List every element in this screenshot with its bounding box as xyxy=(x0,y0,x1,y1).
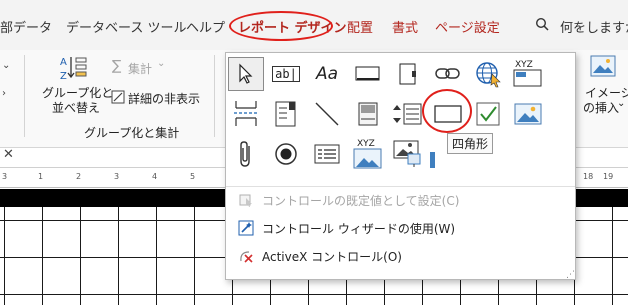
attachment-icon[interactable] xyxy=(228,137,264,171)
ruler-mark: 4 xyxy=(152,172,158,181)
hide-details-button[interactable]: 詳細の非表示 xyxy=(128,90,200,107)
unbound-object-frame-icon[interactable]: XYZ xyxy=(350,137,386,171)
chevron-down-icon[interactable]: ⌄ xyxy=(617,98,625,109)
insert-image-icon[interactable] xyxy=(590,55,616,81)
svg-text:A: A xyxy=(60,57,67,68)
combo-box-icon[interactable] xyxy=(268,97,304,131)
activex-icon xyxy=(238,248,254,264)
ruler-mark: 3 xyxy=(114,172,120,181)
tab-external-data[interactable]: 部データ xyxy=(0,17,52,36)
control-wizard-icon xyxy=(238,220,254,236)
sigma-icon: ∑ xyxy=(112,58,122,74)
ruler-mark: 1 xyxy=(38,172,44,181)
tab-page-setup[interactable]: ページ設定 xyxy=(435,17,500,36)
textbox-icon[interactable]: ab| xyxy=(268,57,304,91)
page-break-icon[interactable] xyxy=(228,97,264,131)
check-box-icon[interactable] xyxy=(470,97,506,131)
ribbon-tab-bar: 部データ データベース ツール ヘルプ レポート デザイン 配置 書式 ページ設… xyxy=(0,0,628,50)
chevron-down-icon[interactable]: ⌄ xyxy=(2,60,10,71)
resize-grip-icon[interactable]: ⋰ xyxy=(566,270,575,280)
toggle-button-icon[interactable] xyxy=(350,97,386,131)
insert-image-label-line2[interactable]: の挿入 xyxy=(583,99,619,116)
tab-arrange[interactable]: 配置 xyxy=(347,17,373,36)
activex-controls-item[interactable]: ActiveX コントロール(O) xyxy=(238,245,402,267)
ruler-mark: 18 xyxy=(583,172,594,181)
controls-gallery: ab| Aa XYZ XYZ 四角形 コントロールの既定値として設定(C) コン… xyxy=(225,52,576,280)
image-icon[interactable] xyxy=(510,97,546,131)
group-sort-label-line2[interactable]: 並べ替え xyxy=(52,99,100,116)
rectangle-tooltip: 四角形 xyxy=(447,133,494,154)
option-button-icon[interactable] xyxy=(268,137,304,171)
tell-me-search[interactable]: 何をしますか xyxy=(560,17,628,36)
navigation-control-icon[interactable]: XYZ xyxy=(510,57,546,91)
tab-help[interactable]: ヘルプ xyxy=(186,17,225,36)
ruler-mark: 19 xyxy=(603,172,614,181)
tab-format[interactable]: 書式 xyxy=(392,17,418,36)
subform-icon[interactable] xyxy=(309,137,345,171)
select-icon[interactable] xyxy=(228,57,264,91)
web-browser-icon[interactable] xyxy=(470,57,506,91)
ruler-mark: 5 xyxy=(190,172,196,181)
textbox-icon-text: ab| xyxy=(272,66,300,82)
hide-details-icon[interactable] xyxy=(111,89,125,108)
set-defaults-icon xyxy=(238,192,254,208)
close-document-icon[interactable]: ✕ xyxy=(3,147,14,162)
tab-database-tools[interactable]: データベース ツール xyxy=(66,17,186,36)
menu-divider xyxy=(226,186,575,187)
bound-object-frame-icon[interactable] xyxy=(390,137,442,171)
label-icon[interactable]: Aa xyxy=(309,57,345,91)
svg-text:Z: Z xyxy=(60,71,67,82)
activex-controls-label: ActiveX コントロール(O) xyxy=(262,249,402,264)
use-control-wizards-label: コントロール ウィザードの使用(W) xyxy=(262,221,456,236)
chevron-right-icon[interactable]: › xyxy=(2,88,6,99)
rectangle-highlight-ellipse xyxy=(422,89,472,133)
button-icon[interactable] xyxy=(350,57,386,91)
chevron-down-icon: ⌄ xyxy=(157,58,166,69)
list-box-icon[interactable] xyxy=(390,97,426,131)
line-icon[interactable] xyxy=(309,97,345,131)
set-control-defaults-label: コントロールの既定値として設定(C) xyxy=(262,193,460,208)
ribbon-separator xyxy=(214,55,215,137)
sort-az-icon[interactable]: A Z xyxy=(58,54,88,86)
totals-button[interactable]: 集計 xyxy=(128,60,152,77)
use-control-wizards-item[interactable]: コントロール ウィザードの使用(W) xyxy=(238,217,455,239)
tab-control-icon[interactable] xyxy=(390,57,426,91)
set-control-defaults-item: コントロールの既定値として設定(C) xyxy=(238,189,459,211)
search-icon[interactable] xyxy=(535,16,549,35)
ruler-mark: 2 xyxy=(76,172,82,181)
active-tab-highlight xyxy=(229,11,333,41)
ribbon-separator xyxy=(24,55,25,137)
ruler-mark: 3 xyxy=(2,172,8,181)
group-title-grouping-totals: グループ化と集計 xyxy=(84,126,180,140)
hyperlink-icon[interactable] xyxy=(430,57,466,91)
